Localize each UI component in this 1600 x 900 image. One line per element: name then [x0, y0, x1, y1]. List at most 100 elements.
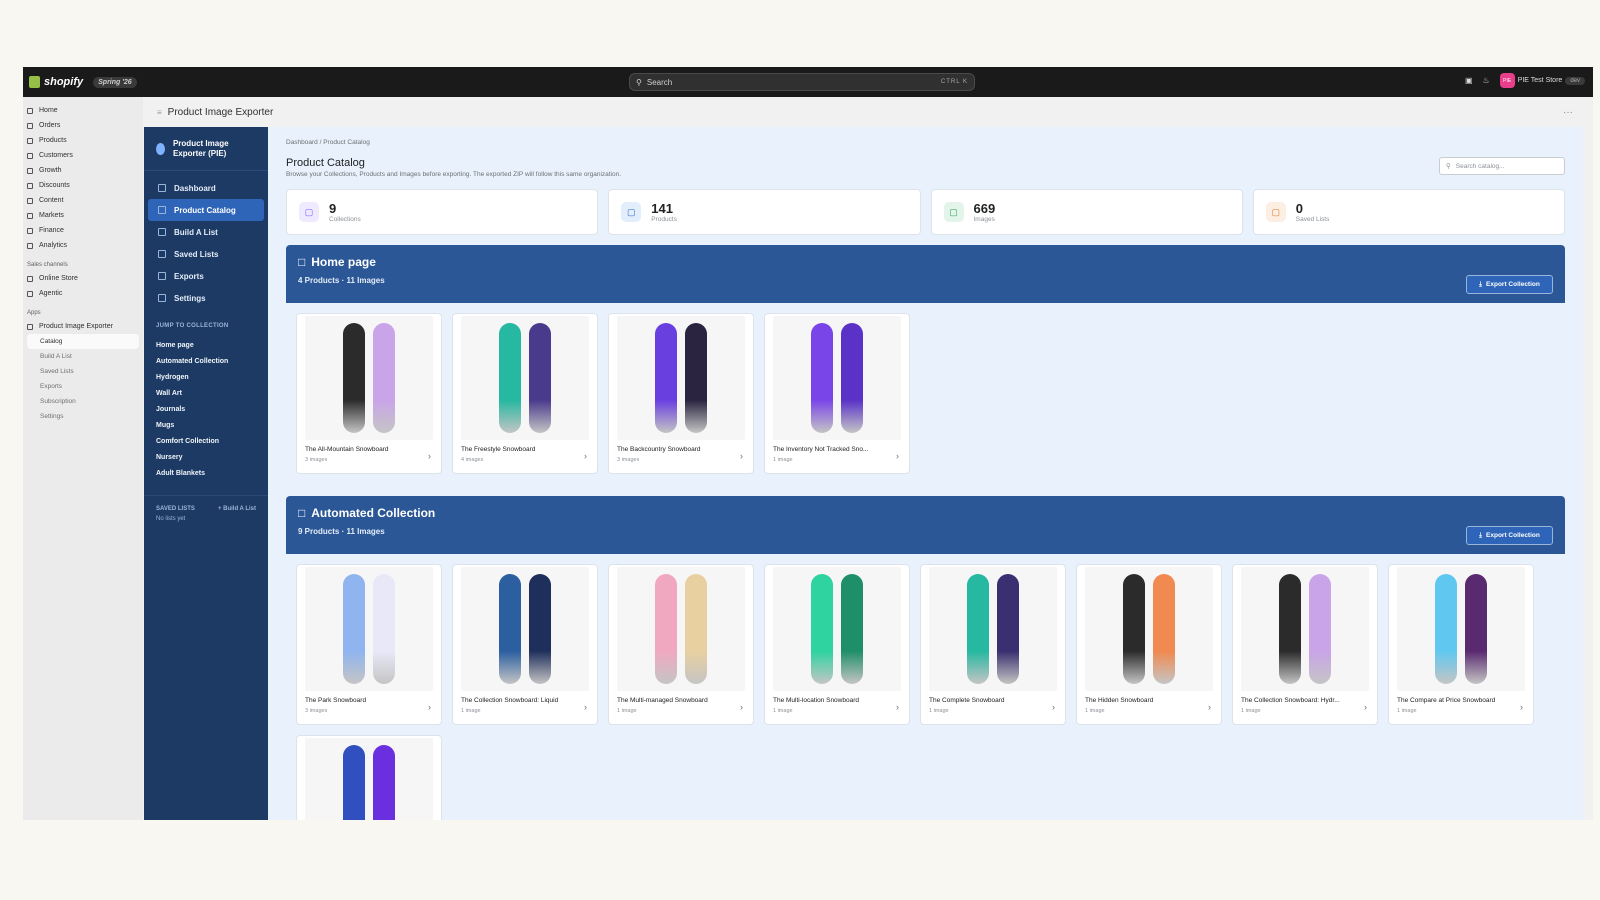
global-search[interactable]: ⚲ Search CTRL K: [629, 73, 975, 91]
jump-heading: JUMP TO COLLECTION: [156, 323, 229, 329]
admin-sub-build-a-list[interactable]: Build A List: [23, 349, 143, 364]
product-card[interactable]: The Complete Snowboard 1 image ›: [920, 564, 1066, 725]
snowboard-image: [1153, 574, 1175, 684]
snowboard-image: [1123, 574, 1145, 684]
channel-online-store[interactable]: Online Store: [23, 271, 143, 286]
breadcrumb[interactable]: Dashboard / Product Catalog: [286, 139, 1565, 149]
jump-journals[interactable]: Journals: [144, 401, 268, 417]
catalog-search-input[interactable]: ⚲ Search catalog...: [1439, 157, 1565, 175]
app-nav-label: Exports: [174, 271, 204, 281]
product-image-count: 1 image: [773, 708, 793, 714]
product-image: [773, 316, 901, 440]
admin-nav-products[interactable]: Products: [23, 133, 143, 148]
stat-card-products: ▢ 141 Products: [608, 189, 921, 235]
product-card[interactable]: The All-Mountain Snowboard 3 images ›: [296, 313, 442, 474]
app-window: shopify Spring '26 ⚲ Search CTRL K ▣ ♨ P…: [23, 67, 1593, 820]
jump-nursery[interactable]: Nursery: [144, 449, 268, 465]
product-card[interactable]: The Compare at Price Snowboard 1 image ›: [1388, 564, 1534, 725]
app-nav-saved-lists[interactable]: Saved Lists: [144, 243, 268, 265]
admin-nav-home[interactable]: Home: [23, 103, 143, 118]
product-image: [305, 316, 433, 440]
snowboard-image: [655, 323, 677, 433]
product-card[interactable]: The Collection Snowboard: Liquid 1 image ›: [452, 564, 598, 725]
jump-comfort-collection[interactable]: Comfort Collection: [144, 433, 268, 449]
admin-nav-growth[interactable]: Growth: [23, 163, 143, 178]
admin-sub-settings[interactable]: Settings: [23, 409, 143, 424]
admin-sub-exports[interactable]: Exports: [23, 379, 143, 394]
export-collection-button[interactable]: ⤓ Export Collection: [1466, 275, 1553, 294]
more-icon[interactable]: ···: [1563, 107, 1573, 118]
admin-sub-subscription[interactable]: Subscription: [23, 394, 143, 409]
product-image: [305, 567, 433, 691]
product-card[interactable]: The Freestyle Snowboard 4 images ›: [452, 313, 598, 474]
image-icon: ▢: [943, 202, 964, 222]
app-brand[interactable]: Product Image Exporter (PIE): [144, 127, 268, 171]
admin-nav-content[interactable]: Content: [23, 193, 143, 208]
product-card[interactable]: The Hidden Snowboard 1 image ›: [1076, 564, 1222, 725]
product-card[interactable]: The Collection Snowboard: Hydr... 1 image…: [1232, 564, 1378, 725]
snowboard-image: [997, 574, 1019, 684]
top-bar: shopify Spring '26 ⚲ Search CTRL K ▣ ♨ P…: [23, 67, 1593, 97]
admin-sub-saved-lists[interactable]: Saved Lists: [23, 364, 143, 379]
admin-nav-discounts[interactable]: Discounts: [23, 178, 143, 193]
chat-icon[interactable]: ▣: [1465, 76, 1473, 85]
admin-nav-finance[interactable]: Finance: [23, 223, 143, 238]
collection-header: □ Home page 4 Products · 11 Images ⤓ Export …: [286, 245, 1565, 303]
jump-home-page[interactable]: Home page: [144, 337, 268, 353]
app-nav-product-catalog[interactable]: Product Catalog: [148, 199, 264, 221]
app-nav-dashboard[interactable]: Dashboard: [144, 177, 268, 199]
product-name: The All-Mountain Snowboard: [305, 446, 389, 453]
brand-name: shopify: [44, 76, 84, 88]
store-menu[interactable]: PIE PIE Test Store dev: [1499, 73, 1585, 88]
product-card[interactable]: The Park Snowboard 3 images ›: [296, 564, 442, 725]
jump-wall-art[interactable]: Wall Art: [144, 385, 268, 401]
folder-icon: [158, 206, 166, 214]
product-card[interactable]: The Multi-managed Snowboard 1 image ›: [608, 564, 754, 725]
saved-lists-label: SAVED LISTS: [156, 506, 195, 512]
jump-automated-collection[interactable]: Automated Collection: [144, 353, 268, 369]
chevron-right-icon: ›: [896, 451, 899, 461]
sales-channels-heading[interactable]: Sales channels: [23, 259, 143, 271]
shopify-logo[interactable]: shopify Spring '26: [29, 76, 137, 88]
export-collection-button[interactable]: ⤓ Export Collection: [1466, 526, 1553, 545]
product-card[interactable]: The Multi-location Snowboard 1 image ›: [764, 564, 910, 725]
product-card[interactable]: The Backcountry Snowboard 3 images ›: [608, 313, 754, 474]
folder-icon: ▢: [299, 202, 319, 222]
app-nav-exports[interactable]: Exports: [144, 265, 268, 287]
product-card[interactable]: [296, 735, 442, 820]
collection-title: □ Home page: [298, 255, 1553, 269]
admin-nav-app[interactable]: Product Image Exporter: [23, 319, 143, 334]
product-image-count: 1 image: [617, 708, 637, 714]
search-icon: ⚲: [1446, 163, 1451, 170]
admin-nav-analytics[interactable]: Analytics: [23, 238, 143, 253]
edition-badge: Spring '26: [93, 76, 137, 88]
snowboard-image: [499, 574, 521, 684]
jump-adult-blankets[interactable]: Adult Blankets: [144, 465, 268, 481]
admin-nav-markets[interactable]: Markets: [23, 208, 143, 223]
discount-icon: [27, 182, 33, 189]
product-card[interactable]: The Inventory Not Tracked Sno... 1 image ›: [764, 313, 910, 474]
snowboard-image: [811, 574, 833, 684]
jump-mugs[interactable]: Mugs: [144, 417, 268, 433]
app-icon: [27, 323, 33, 330]
apps-heading[interactable]: Apps: [23, 307, 143, 319]
app-nav-build-a-list[interactable]: Build A List: [144, 221, 268, 243]
admin-nav-label: Analytics: [39, 242, 68, 249]
catalog-search-placeholder: Search catalog...: [1455, 162, 1505, 170]
product-image: [1397, 567, 1525, 691]
admin-sub-catalog[interactable]: Catalog: [27, 334, 139, 349]
app-nav-label: Build A List: [174, 227, 218, 237]
snowboard-image: [1465, 574, 1487, 684]
snowboard-image: [529, 574, 551, 684]
admin-nav-customers[interactable]: Customers: [23, 148, 143, 163]
stat-card-images: ▢ 669 Images: [930, 189, 1243, 235]
jump-hydrogen[interactable]: Hydrogen: [144, 369, 268, 385]
build-list-link[interactable]: + Build A List: [218, 506, 256, 512]
app-header-title: Product Image Exporter: [167, 106, 274, 118]
app-nav-settings[interactable]: Settings: [144, 287, 268, 309]
bell-icon[interactable]: ♨: [1483, 76, 1490, 85]
chevron-right-icon: ›: [896, 702, 899, 712]
channel-agentic[interactable]: Agentic: [23, 286, 143, 301]
search-icon: ⚲: [636, 77, 642, 87]
admin-nav-orders[interactable]: Orders: [23, 118, 143, 133]
